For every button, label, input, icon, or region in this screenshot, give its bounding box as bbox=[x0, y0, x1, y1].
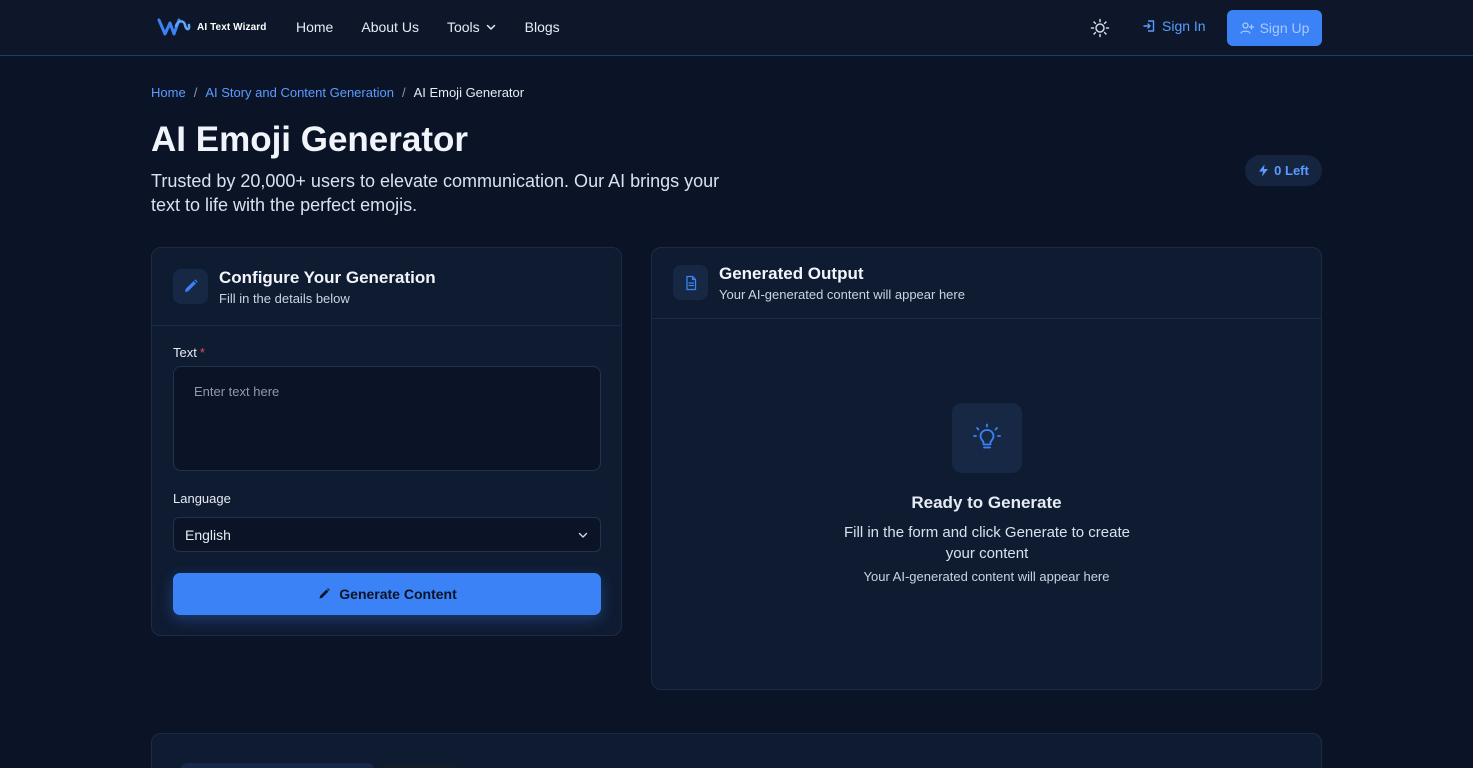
breadcrumb-separator: / bbox=[401, 85, 406, 100]
bottom-tab-active[interactable] bbox=[180, 763, 375, 768]
lightbulb-icon-box bbox=[952, 403, 1022, 473]
credits-badge: 0 Left bbox=[1245, 155, 1322, 186]
sign-in-button[interactable]: Sign In bbox=[1142, 18, 1206, 34]
required-asterisk: * bbox=[199, 345, 205, 360]
logo-icon bbox=[157, 18, 191, 36]
document-icon-box bbox=[673, 265, 708, 300]
sign-up-button[interactable]: Sign Up bbox=[1227, 10, 1322, 46]
configure-card: Configure Your Generation Fill in the de… bbox=[151, 247, 622, 636]
language-value: English bbox=[185, 526, 231, 543]
pencil-icon bbox=[185, 279, 198, 292]
nav-blogs[interactable]: Blogs bbox=[525, 19, 560, 35]
page-subtitle: Trusted by 20,000+ users to elevate comm… bbox=[151, 171, 720, 215]
language-select[interactable]: English bbox=[173, 517, 601, 552]
sign-up-label: Sign Up bbox=[1259, 20, 1310, 36]
ready-subtext: Your AI-generated content will appear he… bbox=[863, 569, 1110, 584]
logo-text: AI Text Wizard bbox=[197, 21, 267, 33]
output-card: Generated Output Your AI-generated conte… bbox=[651, 247, 1322, 690]
nav-tools-label: Tools bbox=[446, 19, 480, 35]
pencil-icon-box bbox=[173, 269, 208, 304]
main-nav: Home About Us Tools Blogs bbox=[296, 19, 560, 35]
document-icon bbox=[685, 275, 696, 290]
nav-about-us[interactable]: About Us bbox=[361, 19, 419, 35]
card-divider bbox=[152, 325, 621, 326]
ready-text: Fill in the form and click Generate to c… bbox=[844, 524, 1130, 562]
breadcrumb: Home / AI Story and Content Generation /… bbox=[151, 85, 524, 100]
output-title: Generated Output bbox=[719, 264, 864, 283]
page-title: AI Emoji Generator bbox=[151, 120, 469, 159]
text-field-label: Text * bbox=[173, 345, 205, 360]
lightning-icon bbox=[1259, 164, 1269, 177]
text-input[interactable]: Enter text here bbox=[173, 366, 601, 471]
logo[interactable]: AI Text Wizard bbox=[157, 16, 266, 38]
top-navbar: AI Text Wizard Home About Us Tools Blogs… bbox=[0, 0, 1473, 56]
text-input-placeholder: Enter text here bbox=[194, 384, 280, 399]
card-divider bbox=[652, 318, 1321, 319]
breadcrumb-separator: / bbox=[193, 85, 198, 100]
user-plus-icon bbox=[1239, 22, 1254, 34]
credits-label: 0 Left bbox=[1274, 163, 1309, 178]
output-subtitle: Your AI-generated content will appear he… bbox=[719, 287, 965, 302]
chevron-down-icon bbox=[578, 532, 588, 538]
generate-content-button[interactable]: Generate Content bbox=[173, 573, 601, 615]
nav-tools[interactable]: Tools bbox=[447, 19, 497, 35]
configure-subtitle: Fill in the details below bbox=[219, 291, 350, 306]
configure-title: Configure Your Generation bbox=[219, 268, 436, 287]
lightbulb-icon bbox=[973, 423, 1001, 449]
generate-content-label: Generate Content bbox=[339, 586, 457, 602]
sun-icon bbox=[1090, 18, 1110, 38]
theme-toggle-button[interactable] bbox=[1088, 16, 1112, 40]
language-label: Language bbox=[173, 491, 231, 506]
login-icon bbox=[1143, 20, 1155, 32]
sign-in-label: Sign In bbox=[1162, 18, 1206, 34]
breadcrumb-category[interactable]: AI Story and Content Generation bbox=[205, 85, 394, 100]
text-label: Text bbox=[173, 345, 197, 360]
bottom-section-card bbox=[151, 733, 1322, 768]
breadcrumb-current: AI Emoji Generator bbox=[413, 85, 525, 100]
nav-home[interactable]: Home bbox=[296, 19, 333, 35]
chevron-down-icon bbox=[486, 24, 495, 30]
ready-title: Ready to Generate bbox=[911, 493, 1062, 512]
bottom-tab[interactable] bbox=[380, 763, 458, 768]
breadcrumb-home[interactable]: Home bbox=[151, 85, 186, 100]
pencil-icon bbox=[319, 588, 331, 599]
